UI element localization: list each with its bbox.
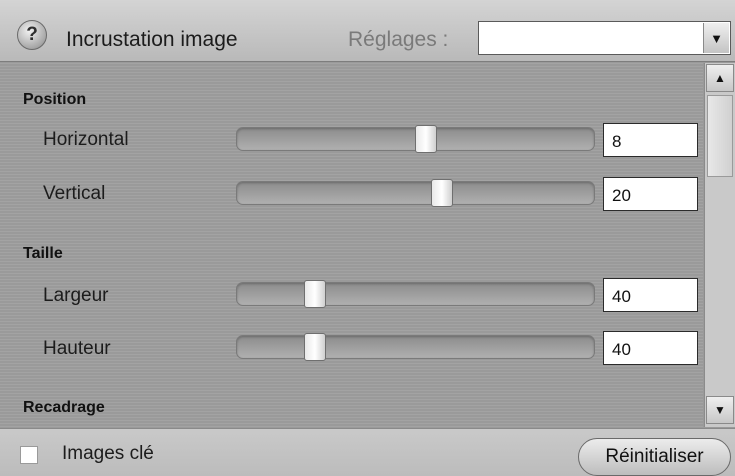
keyframes-label: Images clé: [62, 443, 154, 464]
arrow-down-icon[interactable]: ▼: [706, 396, 734, 424]
settings-content: Position Horizontal 8 Vertical 20 Taille…: [0, 63, 703, 427]
height-value-field[interactable]: 40: [603, 331, 698, 365]
row-label-width: Largeur: [43, 285, 109, 306]
width-value-field[interactable]: 40: [603, 278, 698, 312]
arrow-up-icon[interactable]: ▲: [706, 64, 734, 92]
slider-thumb[interactable]: [431, 179, 453, 207]
section-title-crop: Recadrage: [23, 399, 105, 416]
horizontal-slider[interactable]: [236, 125, 595, 153]
vertical-scrollbar[interactable]: ▲ ▼: [704, 63, 735, 427]
presets-label: Réglages :: [348, 28, 449, 51]
section-title-position: Position: [23, 91, 87, 108]
vertical-value-field[interactable]: 20: [603, 177, 698, 211]
slider-thumb[interactable]: [304, 333, 326, 361]
panel-title: Incrustation image: [66, 28, 238, 51]
row-label-vertical: Vertical: [43, 183, 106, 204]
section-title-size: Taille: [23, 245, 63, 262]
panel-header: ? Incrustation image Réglages : ▼: [0, 0, 735, 62]
presets-dropdown[interactable]: ▼: [478, 21, 731, 55]
chevron-down-icon[interactable]: ▼: [703, 23, 729, 53]
help-icon[interactable]: ?: [17, 20, 47, 50]
reset-button[interactable]: Réinitialiser: [578, 438, 731, 476]
row-label-horizontal: Horizontal: [43, 129, 129, 150]
slider-thumb[interactable]: [415, 125, 437, 153]
keyframes-checkbox[interactable]: [20, 446, 38, 464]
vertical-slider[interactable]: [236, 179, 595, 207]
scrollbar-thumb[interactable]: [707, 95, 733, 177]
height-slider[interactable]: [236, 333, 595, 361]
help-symbol: ?: [26, 24, 38, 45]
panel-footer: Images clé Réinitialiser: [0, 428, 735, 476]
row-label-height: Hauteur: [43, 338, 111, 359]
slider-thumb[interactable]: [304, 280, 326, 308]
width-slider[interactable]: [236, 280, 595, 308]
horizontal-value-field[interactable]: 8: [603, 123, 698, 157]
